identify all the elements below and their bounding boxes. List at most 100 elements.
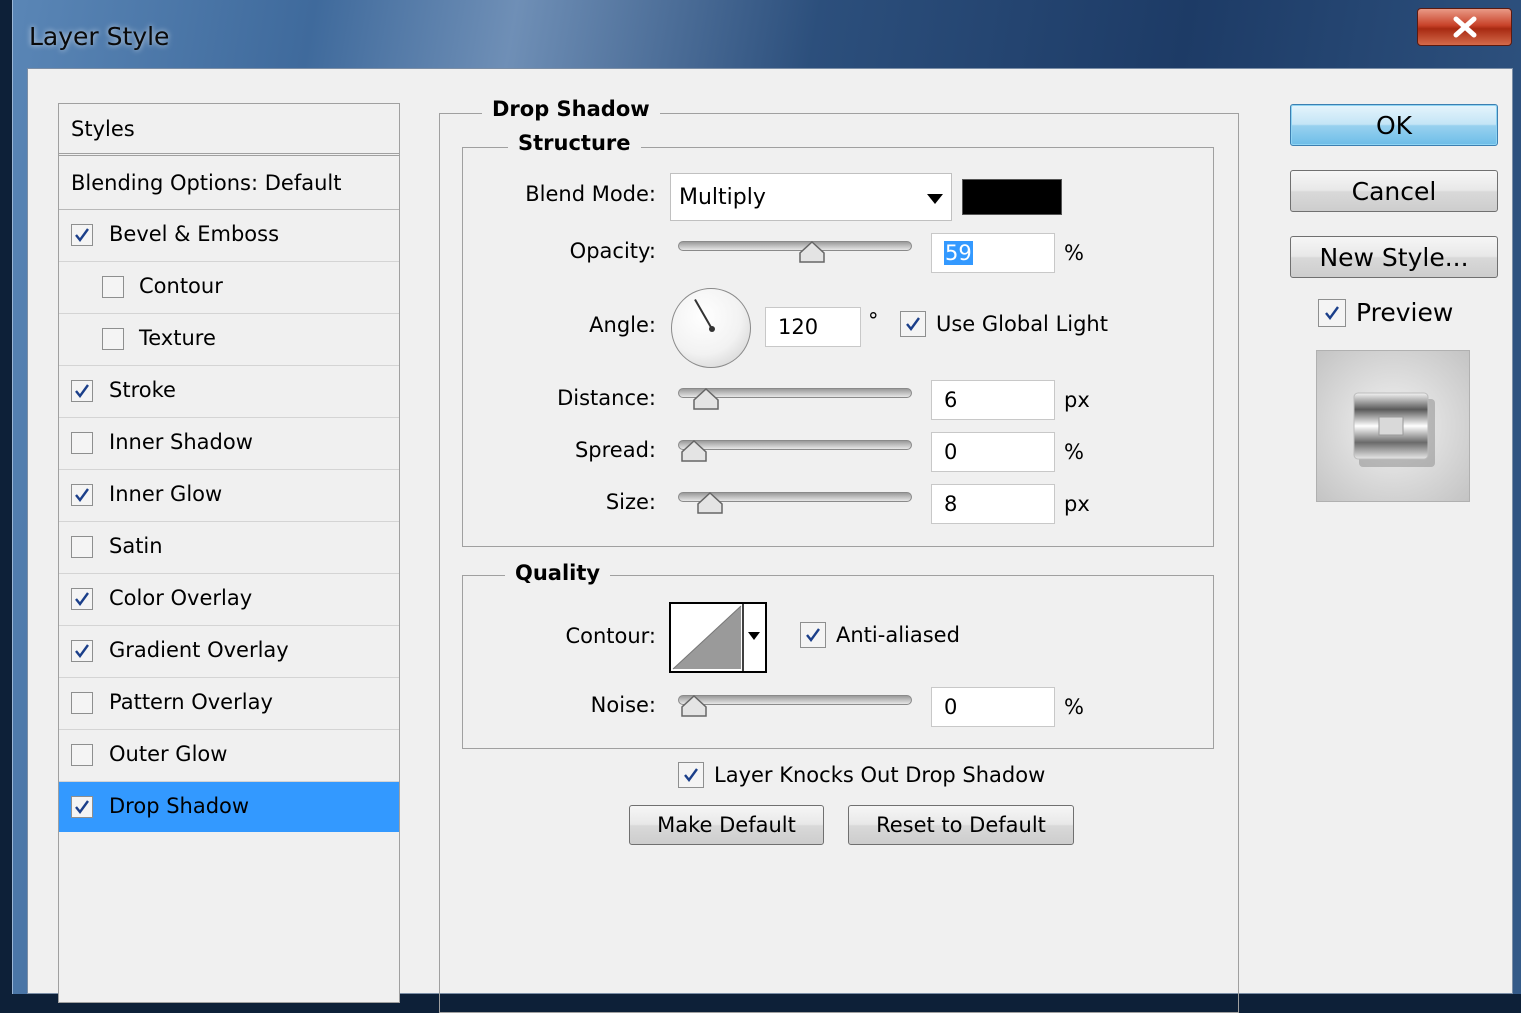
style-item-label: Texture xyxy=(139,326,216,350)
size-value: 8 xyxy=(944,492,958,516)
distance-unit: px xyxy=(1064,388,1090,412)
style-item-contour[interactable]: Contour xyxy=(59,262,399,314)
style-item-label: Satin xyxy=(109,534,163,558)
anti-aliased-label: Anti-aliased xyxy=(836,623,960,647)
style-item-checkbox[interactable] xyxy=(71,432,93,454)
ok-button[interactable]: OK xyxy=(1290,104,1498,146)
style-item-color-overlay[interactable]: Color Overlay xyxy=(59,574,399,626)
noise-unit: % xyxy=(1064,695,1084,719)
style-item-checkbox[interactable] xyxy=(71,588,93,610)
style-item-checkbox[interactable] xyxy=(71,380,93,402)
style-item-pattern-overlay[interactable]: Pattern Overlay xyxy=(59,678,399,730)
layer-knocks-out-label: Layer Knocks Out Drop Shadow xyxy=(714,763,1046,787)
reset-to-default-button[interactable]: Reset to Default xyxy=(848,805,1074,845)
styles-header[interactable]: Styles xyxy=(59,104,399,156)
checkmark-icon xyxy=(75,228,89,242)
make-default-button[interactable]: Make Default xyxy=(629,805,824,845)
angle-dial[interactable] xyxy=(671,288,751,368)
shadow-color-swatch[interactable] xyxy=(962,179,1062,215)
opacity-slider-thumb[interactable] xyxy=(798,241,826,263)
contour-linear-icon xyxy=(672,604,765,671)
style-item-gradient-overlay[interactable]: Gradient Overlay xyxy=(59,626,399,678)
checkmark-icon xyxy=(75,384,89,398)
spread-label: Spread: xyxy=(574,438,656,462)
opacity-field[interactable]: 59 xyxy=(931,233,1055,273)
angle-label: Angle: xyxy=(589,313,656,337)
spread-slider-thumb[interactable] xyxy=(680,440,708,462)
use-global-light-checkbox[interactable] xyxy=(900,311,926,337)
dropdown-arrow-icon xyxy=(927,194,943,204)
styles-header-label: Styles xyxy=(71,116,135,141)
noise-field[interactable]: 0 xyxy=(931,687,1055,727)
style-item-checkbox[interactable] xyxy=(71,484,93,506)
style-item-inner-shadow[interactable]: Inner Shadow xyxy=(59,418,399,470)
checkmark-icon xyxy=(75,800,89,814)
style-item-drop-shadow[interactable]: Drop Shadow xyxy=(59,782,399,832)
new-style-label: New Style... xyxy=(1319,242,1469,272)
title-bar[interactable]: Layer Style xyxy=(13,0,1521,68)
cancel-label: Cancel xyxy=(1351,176,1437,206)
ok-label: OK xyxy=(1375,110,1413,140)
noise-slider[interactable] xyxy=(678,695,912,705)
contour-picker[interactable] xyxy=(669,602,767,673)
opacity-slider[interactable] xyxy=(678,241,912,251)
style-item-checkbox[interactable] xyxy=(102,328,124,350)
size-field[interactable]: 8 xyxy=(931,484,1055,524)
distance-slider-thumb[interactable] xyxy=(692,388,720,410)
style-item-checkbox[interactable] xyxy=(71,796,93,818)
checkmark-icon xyxy=(75,592,89,606)
style-item-inner-glow[interactable]: Inner Glow xyxy=(59,470,399,522)
preview-checkbox[interactable] xyxy=(1318,298,1346,327)
style-item-outer-glow[interactable]: Outer Glow xyxy=(59,730,399,782)
styles-list: Styles Blending Options: Default Bevel &… xyxy=(58,103,400,1003)
preview-label: Preview xyxy=(1356,298,1454,327)
quality-title: Quality xyxy=(505,561,611,585)
checkmark-icon xyxy=(684,768,698,782)
window-title: Layer Style xyxy=(29,22,170,51)
spread-slider[interactable] xyxy=(678,440,912,450)
layer-knocks-out-checkbox[interactable] xyxy=(678,762,704,788)
close-button[interactable] xyxy=(1417,8,1512,46)
style-item-label: Gradient Overlay xyxy=(109,638,289,662)
noise-slider-thumb[interactable] xyxy=(680,695,708,717)
anti-aliased[interactable]: Anti-aliased xyxy=(800,622,960,648)
quality-group xyxy=(462,575,1214,749)
angle-field[interactable]: 120 xyxy=(765,307,861,347)
checkmark-icon xyxy=(75,488,89,502)
style-item-satin[interactable]: Satin xyxy=(59,522,399,574)
size-slider-thumb[interactable] xyxy=(696,492,724,514)
style-item-label: Inner Glow xyxy=(109,482,223,506)
preview-toggle[interactable]: Preview xyxy=(1318,298,1453,327)
reset-to-default-label: Reset to Default xyxy=(876,813,1046,837)
angle-unit: ° xyxy=(868,309,879,333)
style-item-checkbox[interactable] xyxy=(71,692,93,714)
style-item-label: Color Overlay xyxy=(109,586,253,610)
checkmark-icon xyxy=(806,628,820,642)
style-item-checkbox[interactable] xyxy=(71,224,93,246)
style-item-checkbox[interactable] xyxy=(71,536,93,558)
checkmark-icon xyxy=(1325,305,1339,320)
style-item-texture[interactable]: Texture xyxy=(59,314,399,366)
angle-value: 120 xyxy=(778,315,819,339)
blend-mode-select[interactable]: Multiply xyxy=(670,173,952,221)
new-style-button[interactable]: New Style... xyxy=(1290,236,1498,278)
anti-aliased-checkbox[interactable] xyxy=(800,622,826,648)
opacity-unit: % xyxy=(1064,241,1084,265)
layer-knocks-out[interactable]: Layer Knocks Out Drop Shadow xyxy=(678,762,1045,788)
style-item-bevel-emboss[interactable]: Bevel & Emboss xyxy=(59,210,399,262)
style-preview xyxy=(1316,350,1470,502)
use-global-light[interactable]: Use Global Light xyxy=(900,311,1108,337)
style-item-checkbox[interactable] xyxy=(71,640,93,662)
spread-field[interactable]: 0 xyxy=(931,432,1055,472)
style-item-checkbox[interactable] xyxy=(71,744,93,766)
structure-title: Structure xyxy=(508,131,641,155)
blending-options-item[interactable]: Blending Options: Default xyxy=(59,156,399,210)
distance-value: 6 xyxy=(944,388,958,412)
cancel-button[interactable]: Cancel xyxy=(1290,170,1498,212)
style-item-label: Drop Shadow xyxy=(109,794,250,818)
contour-label: Contour: xyxy=(565,624,656,648)
style-item-checkbox[interactable] xyxy=(102,276,124,298)
distance-field[interactable]: 6 xyxy=(931,380,1055,420)
style-item-stroke[interactable]: Stroke xyxy=(59,366,399,418)
checkmark-icon xyxy=(906,317,920,331)
